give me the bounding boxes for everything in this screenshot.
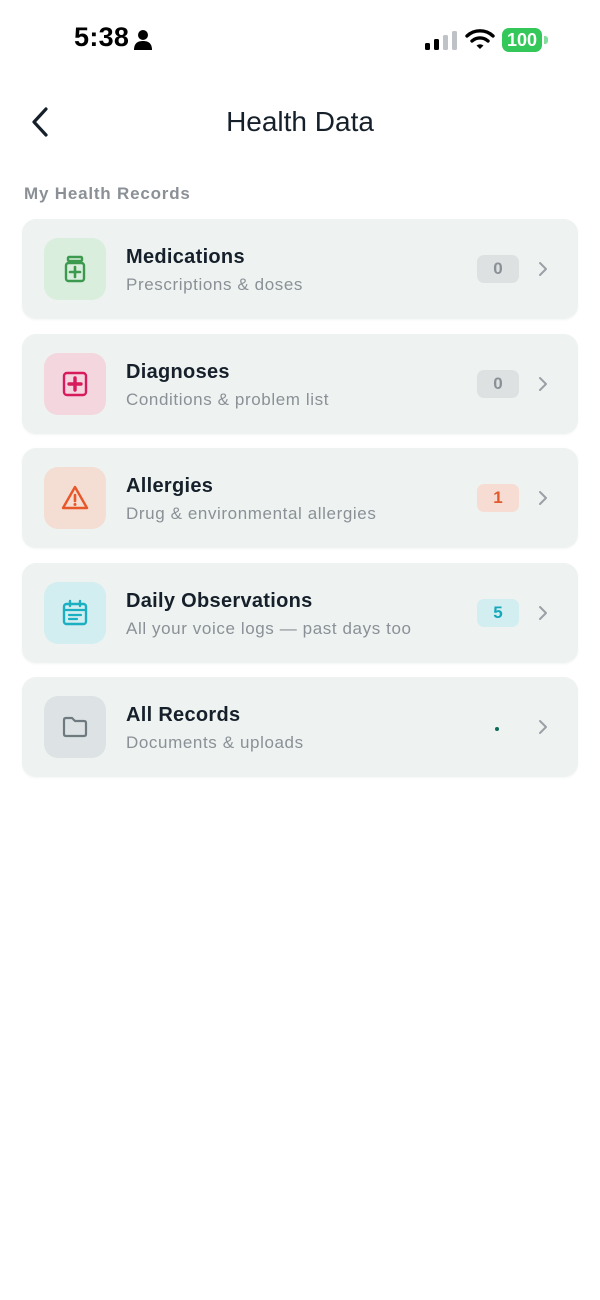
folder-icon xyxy=(62,717,88,738)
health-records-list: Medications Prescriptions & doses 0 Diag… xyxy=(22,219,578,792)
status-time: 5:38 xyxy=(74,22,130,52)
count-badge: 1 xyxy=(477,484,519,513)
warning-triangle-icon xyxy=(61,485,89,510)
cellular-signal-icon xyxy=(425,31,457,50)
chevron-right-icon xyxy=(539,262,547,276)
chevron-right-icon xyxy=(539,376,547,391)
record-card-daily-observations[interactable]: Daily Observations All your voice logs —… xyxy=(22,562,578,663)
record-card-all-records[interactable]: All Records Documents & uploads xyxy=(22,677,578,778)
tile-allergies xyxy=(44,467,106,530)
battery-tip xyxy=(544,36,548,44)
record-title: Medications xyxy=(126,246,245,268)
wifi-icon xyxy=(465,29,495,49)
record-subtitle: Conditions & problem list xyxy=(126,389,330,409)
record-subtitle: All your voice logs — past days too xyxy=(126,618,412,638)
count-badge: 0 xyxy=(477,255,519,283)
record-title: Diagnoses xyxy=(126,360,230,383)
chevron-right-icon xyxy=(539,605,547,620)
tile-all-records xyxy=(44,696,106,759)
tile-diagnoses xyxy=(44,352,106,415)
record-card-medications[interactable]: Medications Prescriptions & doses 0 xyxy=(22,219,578,319)
record-title: Daily Observations xyxy=(126,589,313,612)
record-subtitle: Drug & environmental allergies xyxy=(126,504,377,524)
chevron-right-icon xyxy=(539,491,547,506)
record-card-allergies[interactable]: Allergies Drug & environmental allergies… xyxy=(22,448,578,549)
chevron-right-icon xyxy=(539,720,547,735)
record-card-diagnoses[interactable]: Diagnoses Conditions & problem list 0 xyxy=(22,333,578,434)
count-badge: 0 xyxy=(477,369,519,398)
record-title: All Records xyxy=(126,704,241,727)
battery-icon: 100 xyxy=(502,28,550,52)
person-icon xyxy=(134,30,152,50)
record-title: Allergies xyxy=(126,475,214,498)
pill-bottle-icon xyxy=(64,255,86,283)
tile-daily-observations xyxy=(44,581,106,644)
record-subtitle: Prescriptions & doses xyxy=(126,275,304,294)
section-label: My Health Records xyxy=(24,184,191,203)
nav-header: Health Data xyxy=(0,90,600,154)
battery-level: 100 xyxy=(502,28,542,52)
tile-medications xyxy=(44,238,106,300)
status-bar: 5:38 100 xyxy=(0,0,600,80)
loading-spinner xyxy=(495,727,499,732)
record-subtitle: Documents & uploads xyxy=(126,733,304,753)
count-badge: 5 xyxy=(477,598,519,627)
medical-cross-icon xyxy=(62,371,88,396)
page-title: Health Data xyxy=(226,106,374,137)
calendar-icon xyxy=(62,599,88,625)
